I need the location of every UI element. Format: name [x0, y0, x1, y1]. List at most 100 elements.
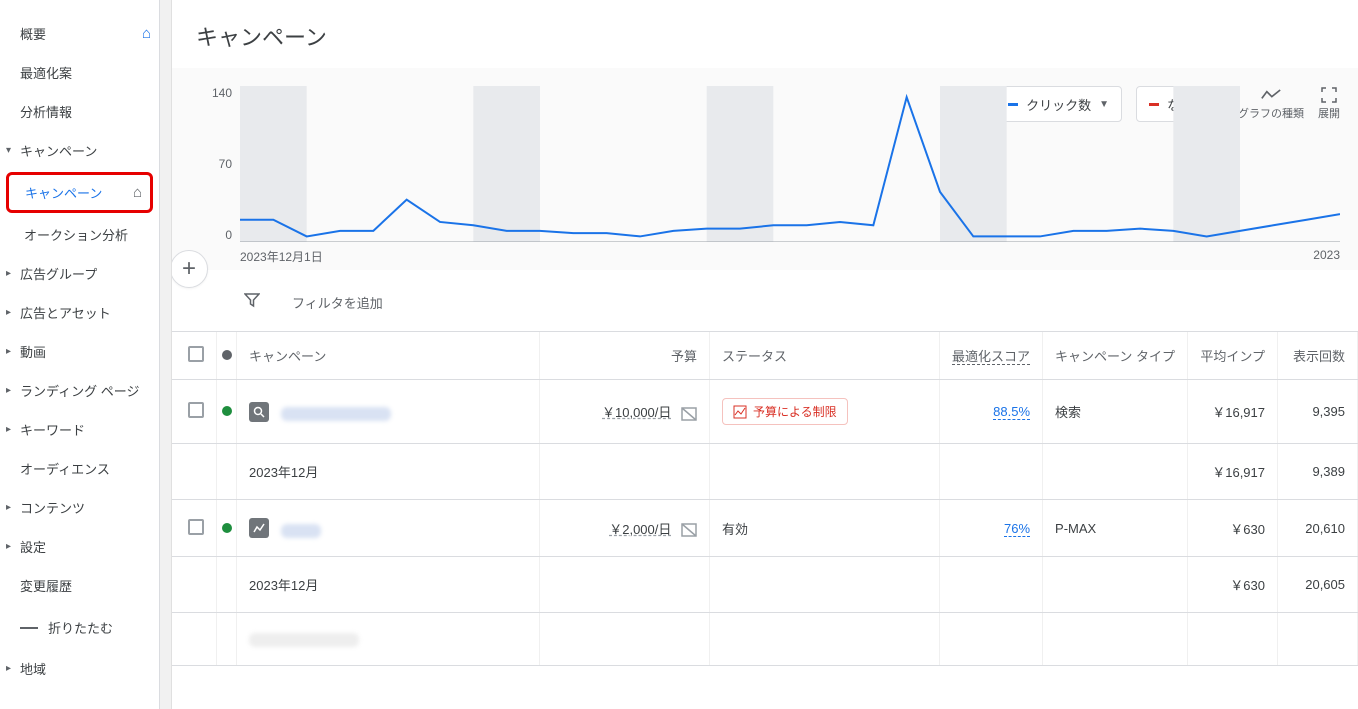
sidebar-label: 広告グループ	[20, 264, 97, 283]
sidebar: 概要 ⌂ 最適化案 分析情報 ▾ キャンペーン キャンペーン ⌂ オークション分…	[0, 0, 160, 709]
x-tick-start: 2023年12月1日	[240, 248, 323, 265]
sidebar-label: 最適化案	[20, 63, 72, 82]
sidebar-item-auction[interactable]: オークション分析	[0, 215, 159, 254]
cell-avg-impr: ￥16,917	[1188, 444, 1278, 500]
x-axis: 2023年12月1日 2023	[240, 242, 1340, 265]
th-views[interactable]: 表示回数	[1278, 332, 1358, 380]
campaign-name-redacted	[281, 524, 321, 538]
select-all-checkbox[interactable]	[188, 346, 204, 362]
sidebar-item-insights[interactable]: 分析情報	[0, 92, 159, 131]
sidebar-label: 地域	[20, 659, 46, 678]
filter-icon[interactable]	[244, 292, 260, 313]
table-row[interactable]: ￥2,000/日 有効 76% P-MAX ￥630 20,610	[172, 500, 1358, 557]
sidebar-label: コンテンツ	[20, 498, 85, 517]
budget-chart-icon	[681, 523, 697, 537]
th-ctype[interactable]: キャンペーン タイプ	[1043, 332, 1188, 380]
cell-ctype: P-MAX	[1043, 500, 1188, 557]
cell-views: 20,610	[1278, 500, 1358, 557]
sidebar-collapse[interactable]: 折りたたむ	[0, 605, 159, 649]
status-dot-header-icon[interactable]	[222, 350, 232, 360]
caret-right-icon: ▸	[6, 424, 11, 435]
chart-area: クリック数 ▼ なし ▼ グラフの種類 展開 140 70 0	[172, 68, 1358, 270]
caret-right-icon: ▸	[6, 541, 11, 552]
table-row[interactable]: ￥10,000/日 予算による制限 88.5% 検索 ￥16,917 9,395	[172, 380, 1358, 444]
chart-body: 140 70 0 2023年12月1日 2023	[190, 86, 1340, 266]
sidebar-section-landing[interactable]: ▸ ランディング ページ	[0, 371, 159, 410]
sidebar-item-recommendations[interactable]: 最適化案	[0, 53, 159, 92]
status-text: 予算による制限	[753, 403, 837, 420]
campaigns-table: キャンペーン 予算 ステータス 最適化スコア キャンペーン タイプ 平均インプ …	[172, 332, 1358, 666]
scrollbar-track[interactable]	[160, 0, 172, 709]
status-dot-icon[interactable]	[222, 406, 232, 416]
y-tick: 70	[219, 157, 232, 171]
filter-add-text[interactable]: フィルタを追加	[292, 293, 383, 312]
cell-budget[interactable]: ￥2,000/日	[540, 500, 710, 557]
cell-campaign[interactable]	[237, 500, 540, 557]
sidebar-section-adgroups[interactable]: ▸ 広告グループ	[0, 254, 159, 293]
sidebar-label: キャンペーン	[20, 141, 97, 160]
caret-right-icon: ▸	[6, 268, 11, 279]
sidebar-section-keywords[interactable]: ▸ キーワード	[0, 410, 159, 449]
home-icon: ⌂	[133, 184, 142, 201]
sidebar-item-audience[interactable]: オーディエンス	[0, 449, 159, 488]
row-checkbox[interactable]	[188, 519, 204, 535]
sidebar-section-campaigns[interactable]: ▾ キャンペーン	[0, 131, 159, 170]
table-row[interactable]	[172, 613, 1358, 666]
cell-score: 88.5%	[940, 380, 1043, 444]
caret-right-icon: ▸	[6, 385, 11, 396]
cell-budget[interactable]: ￥10,000/日	[540, 380, 710, 444]
th-campaign[interactable]: キャンペーン	[237, 332, 540, 380]
cell-month: 2023年12月	[237, 557, 540, 613]
caret-down-icon: ▾	[6, 145, 11, 156]
caret-right-icon: ▸	[6, 502, 11, 513]
cell-status: 予算による制限	[710, 380, 940, 444]
cell-campaign[interactable]	[237, 380, 540, 444]
status-badge-budget-limited[interactable]: 予算による制限	[722, 398, 848, 425]
th-avg-impr[interactable]: 平均インプ	[1188, 332, 1278, 380]
search-campaign-icon	[249, 402, 269, 422]
sidebar-item-history[interactable]: 変更履歴	[0, 566, 159, 605]
campaign-name-redacted	[249, 633, 359, 647]
y-axis: 140 70 0	[190, 86, 240, 266]
th-budget[interactable]: 予算	[540, 332, 710, 380]
sidebar-label: オークション分析	[24, 225, 128, 244]
sidebar-label: 動画	[20, 342, 46, 361]
pmax-campaign-icon	[249, 518, 269, 538]
campaigns-table-wrap: キャンペーン 予算 ステータス 最適化スコア キャンペーン タイプ 平均インプ …	[172, 332, 1358, 709]
main-content: キャンペーン クリック数 ▼ なし ▼ グラフの種類 展開	[172, 0, 1358, 709]
sidebar-section-video[interactable]: ▸ 動画	[0, 332, 159, 371]
cell-views: 9,395	[1278, 380, 1358, 444]
plot: 2023年12月1日 2023	[240, 86, 1340, 266]
score-link[interactable]: 76%	[1004, 521, 1030, 537]
caret-right-icon: ▸	[6, 346, 11, 357]
sidebar-section-settings[interactable]: ▸ 設定	[0, 527, 159, 566]
row-checkbox[interactable]	[188, 402, 204, 418]
y-tick: 0	[225, 228, 232, 242]
caret-right-icon: ▸	[6, 663, 11, 674]
cell-avg-impr: ￥630	[1188, 557, 1278, 613]
status-dot-icon[interactable]	[222, 523, 232, 533]
page-title: キャンペーン	[172, 0, 1358, 68]
collapse-icon	[20, 627, 38, 629]
cell-status: 有効	[710, 500, 940, 557]
caret-right-icon: ▸	[6, 307, 11, 318]
th-status[interactable]: ステータス	[710, 332, 940, 380]
sidebar-section-ads[interactable]: ▸ 広告とアセット	[0, 293, 159, 332]
budget-chart-icon	[681, 407, 697, 421]
table-sub-row: 2023年12月 ￥630 20,605	[172, 557, 1358, 613]
sidebar-label: キーワード	[20, 420, 85, 439]
cell-ctype: 検索	[1043, 380, 1188, 444]
cell-views: 9,389	[1278, 444, 1358, 500]
campaign-name-redacted	[281, 407, 391, 421]
sidebar-item-overview[interactable]: 概要 ⌂	[0, 14, 159, 53]
sidebar-section-region[interactable]: ▸ 地域	[0, 649, 159, 688]
filter-row: フィルタを追加	[172, 270, 1358, 332]
sidebar-label: 設定	[20, 537, 46, 556]
sidebar-label: 変更履歴	[20, 576, 72, 595]
cell-avg-impr: ￥630	[1188, 500, 1278, 557]
sidebar-item-campaigns-active[interactable]: キャンペーン ⌂	[6, 172, 153, 213]
sidebar-section-content[interactable]: ▸ コンテンツ	[0, 488, 159, 527]
score-link[interactable]: 88.5%	[993, 404, 1030, 420]
sidebar-label: 広告とアセット	[20, 303, 111, 322]
th-score[interactable]: 最適化スコア	[940, 332, 1043, 380]
